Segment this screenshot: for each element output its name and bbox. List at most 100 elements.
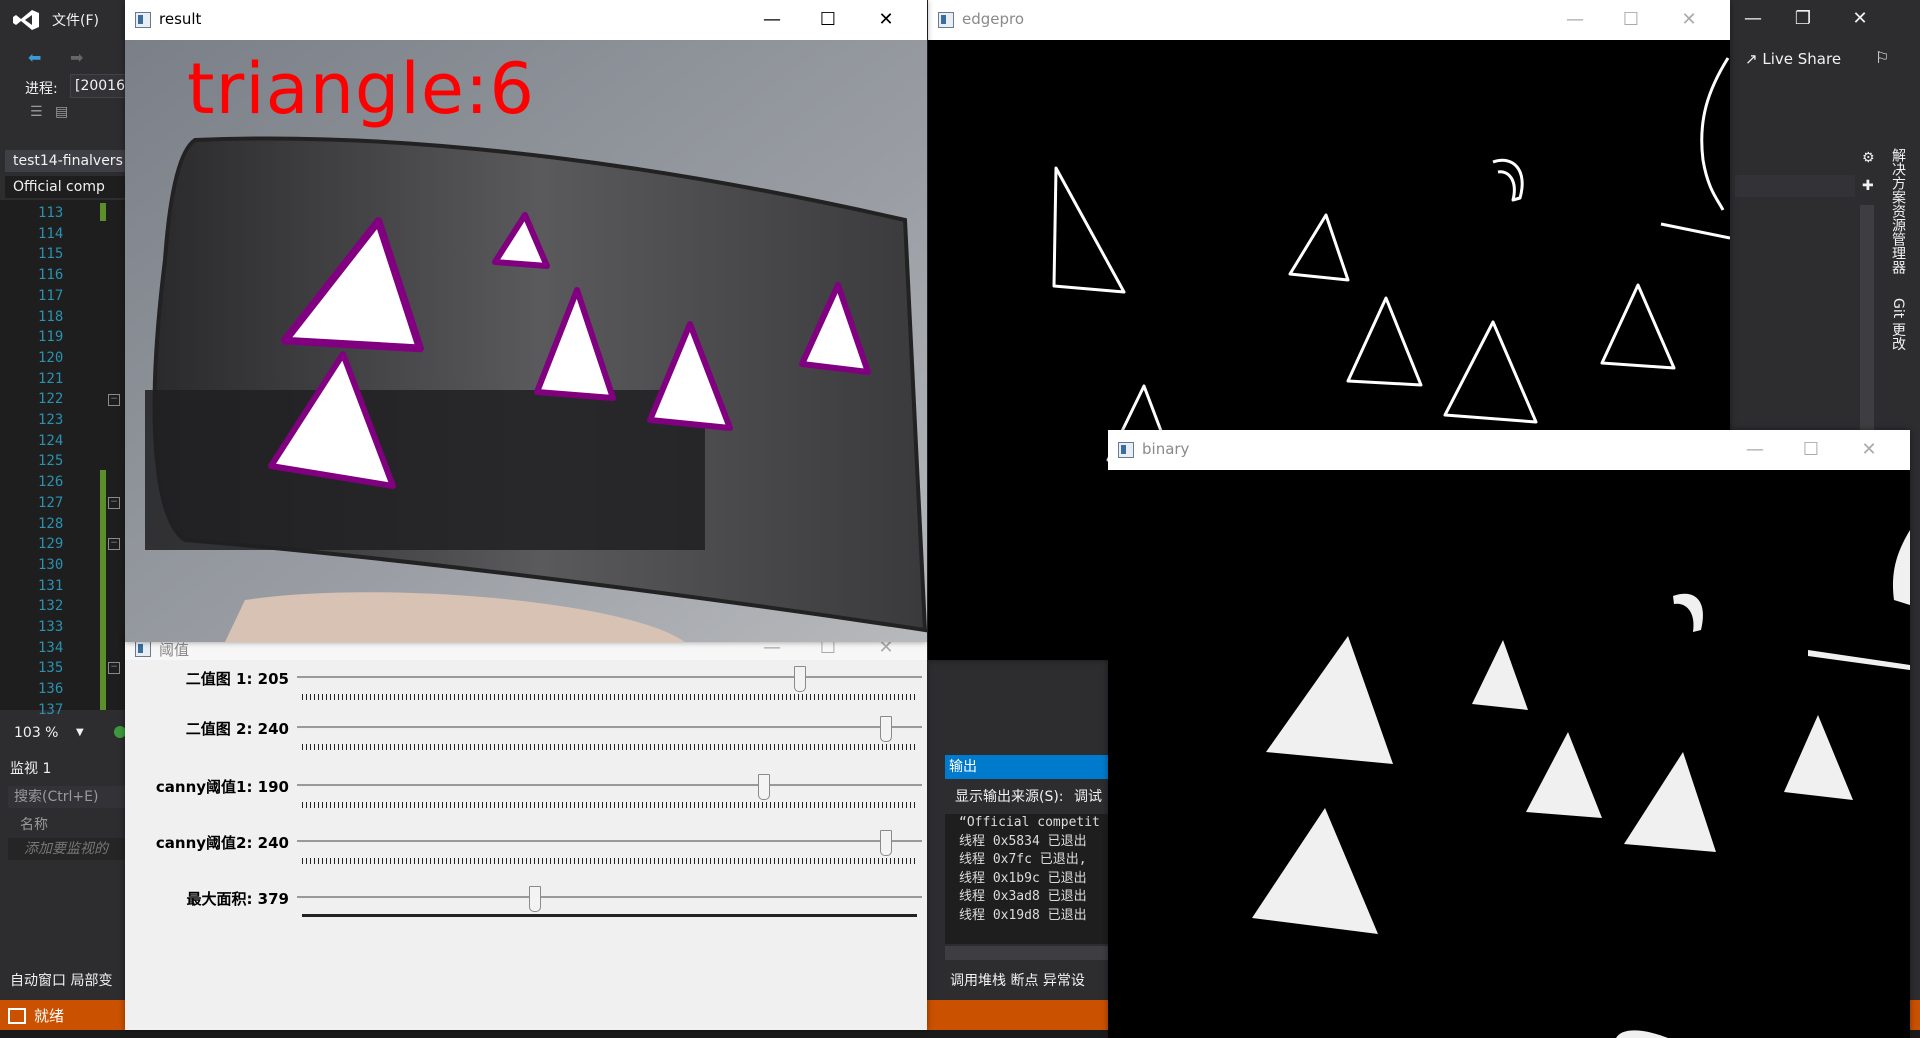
line-number: 118 <box>38 308 64 325</box>
trackbar-thumb[interactable] <box>880 716 893 742</box>
bottom-panel-tabs[interactable]: 自动窗口 局部变 <box>10 970 112 990</box>
mask-blob <box>1616 1030 1668 1038</box>
edge-blob <box>1492 158 1524 202</box>
trackbar-track[interactable] <box>297 896 922 899</box>
debug-tabs[interactable]: 调用堆栈 断点 异常设 <box>950 970 1085 990</box>
menu-file[interactable]: 文件(F) <box>52 10 99 30</box>
threshold-title: 阈值 <box>159 641 190 659</box>
trackbar-track[interactable] <box>297 840 922 843</box>
trackbar-thumb[interactable] <box>528 886 541 912</box>
output-line: 线程 0x19d8 已退出 <box>959 907 1087 923</box>
document-tab[interactable]: test14-finalvers <box>5 150 133 172</box>
status-icon <box>8 1008 26 1024</box>
line-number: 120 <box>38 349 64 366</box>
window-icon <box>135 641 151 657</box>
gear-icon[interactable]: ⚙ <box>1862 150 1875 166</box>
line-number: 131 <box>38 577 64 594</box>
minimize-icon[interactable]: — <box>1740 438 1770 462</box>
trackbar-ticks <box>302 914 917 917</box>
edge-triangle <box>1600 283 1676 370</box>
change-marker <box>100 470 106 710</box>
watch-add-field[interactable]: 添加要监视的 <box>8 838 144 860</box>
chevron-down-icon: ▼ <box>76 727 84 738</box>
live-share-button[interactable]: ↗ Live Share <box>1745 50 1841 68</box>
window-icon <box>938 12 954 28</box>
share-icon: ↗ <box>1745 50 1758 68</box>
output-line: 线程 0x3ad8 已退出 <box>959 889 1087 904</box>
collapse-icon[interactable]: − <box>108 538 120 550</box>
line-number: 113 <box>38 205 64 221</box>
watch-search-input[interactable]: 搜索(Ctrl+E) <box>8 786 134 808</box>
feedback-icon[interactable]: ⚐ <box>1875 48 1889 67</box>
line-number: 115 <box>38 246 64 263</box>
output-hscrollbar[interactable] <box>945 946 1110 960</box>
minimize-icon[interactable]: — <box>1560 8 1590 32</box>
trackbar-track[interactable] <box>297 726 922 729</box>
trackbar-label: 二值图 1: 205 <box>185 670 289 688</box>
edgepro-titlebar[interactable]: edgepro — ☐ ✕ <box>928 0 1730 40</box>
watch-panel-title: 监视 1 <box>10 761 52 777</box>
output-source-label: 显示输出来源(S): <box>955 789 1064 805</box>
edge-triangle <box>1443 320 1538 424</box>
trackbar-track[interactable] <box>297 784 922 787</box>
mask-triangle <box>1624 752 1716 852</box>
output-panel-title: 输出 <box>945 755 1114 779</box>
pin-icon[interactable]: ✚ <box>1862 178 1874 194</box>
maximize-icon[interactable]: ☐ <box>813 8 843 32</box>
edge-triangle <box>1288 213 1350 282</box>
binary-window[interactable]: binary — ☐ ✕ <box>1108 430 1910 1038</box>
maximize-icon[interactable]: ☐ <box>1796 438 1826 462</box>
line-number: 116 <box>38 267 64 284</box>
trackbar-ticks <box>302 694 917 700</box>
maximize-icon[interactable]: ☐ <box>1616 8 1646 32</box>
git-changes-tab[interactable]: Git 更改 <box>1888 298 1908 351</box>
close-icon[interactable]: ✕ <box>1674 8 1704 32</box>
collapse-icon[interactable]: − <box>108 662 120 674</box>
restore-icon[interactable]: ❐ <box>1783 8 1823 29</box>
zoom-level[interactable]: 103 % ▼ <box>8 722 134 744</box>
trackbar-ticks <box>302 744 917 750</box>
mask-triangle <box>1526 732 1602 818</box>
solution-dropdown[interactable] <box>1735 175 1855 197</box>
binary-title: binary <box>1142 440 1190 458</box>
trackbar-thumb[interactable] <box>757 774 770 800</box>
minimize-icon[interactable]: — <box>1733 8 1773 29</box>
result-titlebar[interactable]: result — ☐ ✕ <box>125 0 927 40</box>
close-icon[interactable]: ✕ <box>1854 438 1884 462</box>
output-source-select[interactable]: 调试 <box>1074 789 1102 805</box>
minimize-icon[interactable]: — <box>757 8 787 32</box>
line-number: 121 <box>38 370 64 387</box>
phone-reflection <box>145 390 705 550</box>
back-icon[interactable]: ⬅ <box>28 48 41 67</box>
line-number: 124 <box>38 432 64 449</box>
line-number: 122 <box>38 391 64 408</box>
solution-explorer-tab[interactable]: 解决方案资源管理器 <box>1888 148 1908 274</box>
trackbar-ticks <box>302 802 917 808</box>
status-text: 就绪 <box>34 1007 65 1025</box>
threshold-window[interactable]: 阈值 — ☐ ✕ 二值图 1: 205 二值图 2: 240 canny阈值1: 1… <box>125 636 927 1030</box>
result-window[interactable]: result — ☐ ✕ triangle:6 <box>125 0 927 642</box>
line-number: 136 <box>38 681 64 698</box>
output-line: 线程 0x1b9c 已退出 <box>959 870 1087 886</box>
edgepro-title: edgepro <box>962 10 1025 28</box>
trackbar-label: 二值图 2: 240 <box>185 720 289 738</box>
trackbar-track[interactable] <box>297 676 922 679</box>
binary-titlebar[interactable]: binary — ☐ ✕ <box>1108 430 1910 470</box>
output-source[interactable]: 显示输出来源(S): 调试 <box>945 782 1120 812</box>
stack-icon[interactable]: ▤ <box>55 104 68 120</box>
trackbar-thumb[interactable] <box>880 830 893 856</box>
close-icon[interactable]: ✕ <box>1840 8 1880 29</box>
edge-blob <box>1700 57 1730 211</box>
trackbar-thumb[interactable] <box>794 666 807 692</box>
thread-icon[interactable]: ☰ <box>30 104 43 120</box>
close-icon[interactable]: ✕ <box>871 8 901 32</box>
collapse-icon[interactable]: − <box>108 497 120 509</box>
process-label: 进程: <box>25 81 58 97</box>
binary-image <box>1108 470 1910 1038</box>
output-line: 线程 0x5834 已退出 <box>959 833 1087 849</box>
edge-triangle <box>1052 166 1126 294</box>
output-line: 线程 0x7fc 已退出, <box>959 852 1087 867</box>
project-selector[interactable]: Official comp <box>5 176 133 198</box>
forward-icon[interactable]: ➡ <box>70 48 83 67</box>
collapse-icon[interactable]: − <box>108 394 120 406</box>
